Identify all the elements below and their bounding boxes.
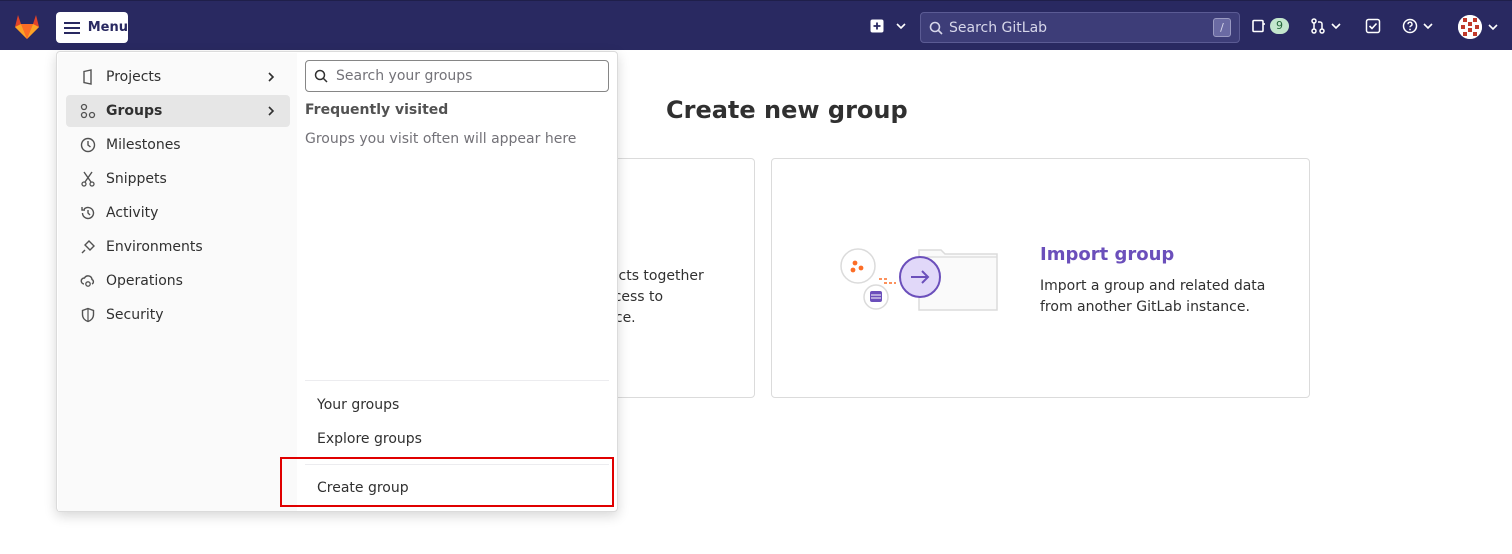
- menu-item-groups[interactable]: Groups: [66, 95, 290, 127]
- question-circle-icon: [1402, 18, 1418, 34]
- groups-search-input[interactable]: Search your groups: [305, 60, 609, 92]
- chevron-down-icon: [1331, 23, 1341, 30]
- menu-item-label: Environments: [106, 239, 203, 255]
- search-input[interactable]: Search GitLab /: [920, 12, 1240, 43]
- search-icon: [929, 21, 943, 35]
- merge-request-icon: [1311, 18, 1325, 34]
- identicon-avatar-icon: [1458, 15, 1482, 39]
- frequently-visited-empty-text: Groups you visit often will appear here: [305, 131, 577, 147]
- menu-item-label: Projects: [106, 69, 162, 85]
- clock-icon: [80, 137, 96, 153]
- chevron-right-icon: [268, 106, 275, 116]
- todo-checkbox-icon: [1365, 18, 1381, 34]
- import-group-illustration: [840, 248, 998, 311]
- menu-item-label: Groups: [106, 103, 163, 119]
- menu-item-label: Milestones: [106, 137, 181, 153]
- environment-icon: [80, 239, 96, 255]
- menu-item-environments[interactable]: Environments: [66, 231, 290, 263]
- menu-item-activity[interactable]: Activity: [66, 197, 290, 229]
- issues-count-badge: 9: [1270, 18, 1289, 34]
- shield-icon: [80, 307, 96, 323]
- chevron-down-icon: [1423, 23, 1433, 30]
- cloud-gear-icon: [80, 273, 96, 289]
- snippet-icon: [80, 171, 96, 187]
- gitlab-logo-icon[interactable]: [12, 12, 42, 40]
- menu-nav-list: Projects Groups Milestones Snippets Acti…: [58, 53, 297, 511]
- menu-button[interactable]: Menu: [56, 12, 128, 43]
- chevron-down-icon[interactable]: [1487, 21, 1499, 33]
- user-avatar[interactable]: [1458, 15, 1482, 39]
- create-group-card[interactable]: jects together ccess to nce.: [600, 158, 755, 398]
- menu-dropdown: Projects Groups Milestones Snippets Acti…: [56, 51, 618, 512]
- menu-item-milestones[interactable]: Milestones: [66, 129, 290, 161]
- explore-groups-link[interactable]: Explore groups: [317, 431, 422, 447]
- issues-button[interactable]: 9: [1252, 16, 1289, 36]
- merge-requests-dropdown[interactable]: [1310, 16, 1342, 36]
- history-icon: [80, 205, 96, 221]
- search-icon: [314, 69, 328, 83]
- help-dropdown[interactable]: [1402, 16, 1434, 36]
- project-icon: [80, 69, 96, 85]
- plus-square-icon: [870, 19, 884, 33]
- chevron-right-icon: [268, 72, 275, 82]
- import-group-card[interactable]: Import group Import a group and related …: [771, 158, 1310, 398]
- import-group-title[interactable]: Import group: [1040, 244, 1174, 265]
- top-navbar: Menu Search GitLab / 9: [0, 0, 1512, 50]
- divider: [305, 464, 609, 465]
- import-group-description: Import a group and related data from ano…: [1040, 278, 1266, 315]
- menu-item-security[interactable]: Security: [66, 299, 290, 331]
- search-placeholder: Search GitLab: [949, 19, 1048, 36]
- frequently-visited-heading: Frequently visited: [305, 102, 449, 118]
- menu-item-label: Snippets: [106, 171, 167, 187]
- menu-item-label: Security: [106, 307, 164, 323]
- your-groups-link[interactable]: Your groups: [317, 397, 399, 413]
- issues-icon: [1252, 19, 1265, 33]
- group-icon: [80, 103, 96, 119]
- new-item-dropdown[interactable]: [870, 16, 907, 36]
- divider: [305, 380, 609, 381]
- menu-item-label: Activity: [106, 205, 159, 221]
- menu-item-snippets[interactable]: Snippets: [66, 163, 290, 195]
- menu-item-operations[interactable]: Operations: [66, 265, 290, 297]
- search-shortcut-hint: /: [1213, 18, 1231, 37]
- hamburger-icon: [64, 21, 80, 34]
- menu-button-label: Menu: [87, 20, 128, 35]
- chevron-down-icon: [896, 23, 906, 30]
- card-description-fragment: jects together: [606, 268, 704, 284]
- create-group-link[interactable]: Create group: [317, 480, 409, 496]
- groups-panel: Search your groups Frequently visited Gr…: [297, 52, 617, 510]
- groups-search-placeholder: Search your groups: [336, 68, 473, 84]
- todos-button[interactable]: [1365, 16, 1381, 36]
- menu-item-projects[interactable]: Projects: [66, 61, 290, 93]
- page-title: Create new group: [666, 96, 908, 124]
- menu-item-label: Operations: [106, 273, 183, 289]
